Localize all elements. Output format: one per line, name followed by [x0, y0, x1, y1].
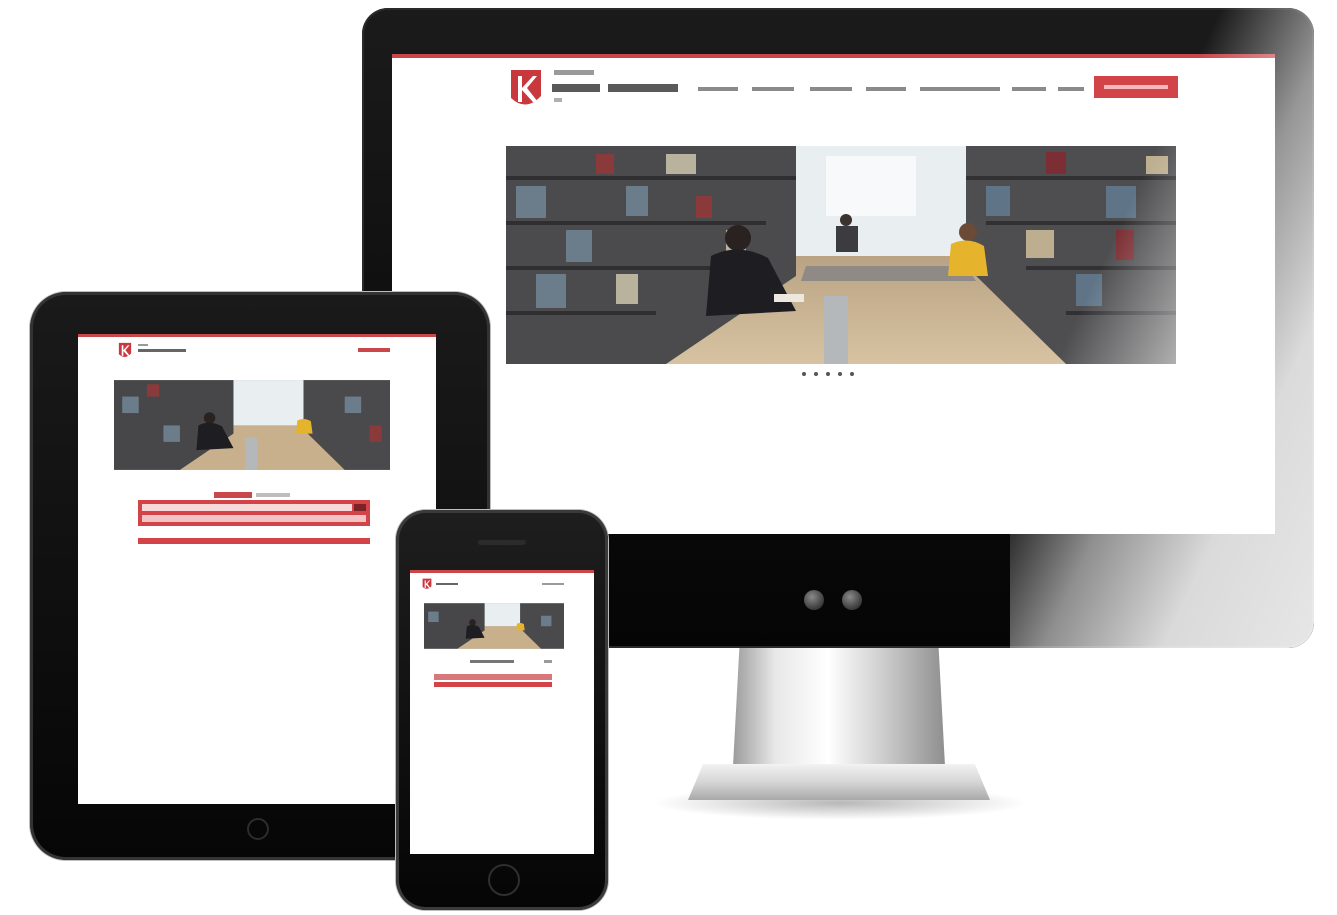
monitor-stand-base	[688, 764, 990, 800]
search-tab[interactable]	[256, 493, 290, 497]
site-brand-name[interactable]	[552, 81, 682, 95]
search-input[interactable]	[142, 504, 352, 511]
site-brand-name[interactable]	[138, 349, 186, 352]
menu-button[interactable]	[542, 583, 564, 585]
phone-screen	[410, 570, 594, 854]
slider-dot[interactable]	[826, 372, 830, 376]
menu-button[interactable]	[358, 348, 390, 352]
tablet-screen	[78, 334, 436, 804]
library-logo-icon[interactable]	[422, 578, 432, 591]
site-brand-subtitle	[554, 98, 562, 102]
slider-dot[interactable]	[850, 372, 854, 376]
library-logo-icon[interactable]	[118, 342, 132, 360]
search-icon[interactable]	[354, 504, 366, 511]
phone-speaker-icon	[478, 540, 526, 545]
nav-item[interactable]	[866, 87, 906, 91]
slider-dot[interactable]	[814, 372, 818, 376]
search-options[interactable]	[142, 515, 366, 522]
library-logo-icon[interactable]	[509, 68, 543, 112]
site-brand-overline	[138, 344, 148, 346]
library-photo[interactable]	[114, 376, 390, 474]
screen-top-accent	[78, 334, 436, 337]
screen-top-accent	[392, 54, 1275, 58]
search-tab-active[interactable]	[470, 660, 514, 663]
monitor-button-icon	[842, 590, 862, 610]
search-tab[interactable]	[544, 660, 552, 663]
tablet-home-button-icon[interactable]	[247, 818, 269, 840]
site-brand-overline	[554, 70, 594, 75]
search-submit-button[interactable]	[138, 538, 370, 544]
nav-item[interactable]	[920, 87, 1000, 91]
search-tab-active[interactable]	[214, 492, 252, 498]
library-photo	[506, 146, 1176, 364]
nav-cta-label	[1104, 85, 1168, 89]
nav-item[interactable]	[752, 87, 794, 91]
search-submit-button[interactable]	[434, 682, 552, 687]
nav-item[interactable]	[1058, 87, 1084, 91]
screen-top-accent	[410, 570, 594, 573]
nav-item[interactable]	[810, 87, 852, 91]
library-photo[interactable]	[424, 600, 564, 652]
hero-slider[interactable]	[506, 146, 1176, 364]
monitor-stand-neck	[733, 648, 945, 766]
slider-dot[interactable]	[802, 372, 806, 376]
monitor-screen	[392, 54, 1275, 534]
search-input[interactable]	[434, 674, 552, 680]
nav-cta-button[interactable]	[1094, 76, 1178, 98]
phone-home-button-icon[interactable]	[488, 864, 520, 896]
site-brand-name[interactable]	[436, 583, 458, 585]
nav-item[interactable]	[1012, 87, 1046, 91]
monitor-button-icon	[804, 590, 824, 610]
nav-item[interactable]	[698, 87, 738, 91]
slider-dot[interactable]	[838, 372, 842, 376]
